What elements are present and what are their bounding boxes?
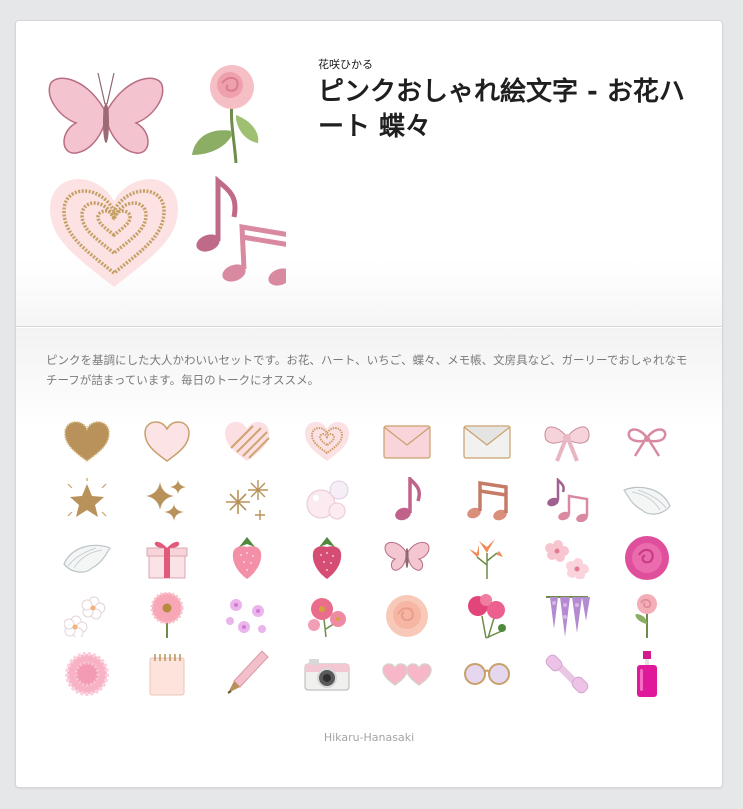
notepad-icon	[149, 654, 185, 696]
emoji-pink-rose[interactable]	[607, 529, 687, 587]
butterfly-icon	[384, 542, 430, 571]
gold-glitter-heart-icon	[63, 420, 111, 463]
emoji-gift-box[interactable]	[127, 529, 207, 587]
emoji-sparkles[interactable]	[127, 471, 207, 529]
gold-star-icon	[67, 478, 107, 517]
emoji-gold-star[interactable]	[47, 471, 127, 529]
emoji-beamed-notes[interactable]	[447, 471, 527, 529]
emoji-butterfly[interactable]	[367, 529, 447, 587]
carnation-icon	[65, 652, 109, 696]
heart-sunglasses-icon	[382, 663, 432, 686]
rose-icon	[192, 65, 259, 164]
emoji-white-wing[interactable]	[607, 471, 687, 529]
emoji-double-heart[interactable]	[287, 413, 367, 471]
beamed-notes-icon	[467, 480, 508, 521]
music-notes-icon	[196, 175, 286, 286]
dumbbell-icon	[545, 654, 589, 694]
emoji-red-strawberry[interactable]	[287, 529, 367, 587]
white-blossom-icon	[64, 596, 106, 637]
product-title: ピンクおしゃれ絵文字 - お花ハート 蝶々	[318, 77, 685, 142]
emoji-sakura-flowers[interactable]	[207, 587, 287, 645]
emoji-music-note[interactable]	[367, 471, 447, 529]
emoji-pink-strawberry[interactable]	[207, 529, 287, 587]
glitter-heart-icon	[50, 179, 178, 287]
emoji-bubbles[interactable]	[287, 471, 367, 529]
gift-box-icon	[146, 541, 188, 579]
sakura-flowers-icon	[226, 599, 266, 633]
emoji-heart-sunglasses[interactable]	[367, 645, 447, 703]
music-notes-icon	[547, 478, 589, 522]
product-body: ピンクを基調にした大人かわいいセットです。お花、ハート、いちご、蝶々、メモ帳、文…	[16, 328, 722, 787]
round-glasses-icon	[464, 663, 510, 685]
gerbera-icon	[150, 592, 184, 638]
emoji-striped-heart[interactable]	[207, 413, 287, 471]
emoji-pink-bottle[interactable]	[607, 645, 687, 703]
emoji-wisteria[interactable]	[527, 587, 607, 645]
pink-heart-icon	[144, 421, 190, 462]
emoji-camera[interactable]	[287, 645, 367, 703]
emoji-ribbon-bow[interactable]	[607, 413, 687, 471]
author-name[interactable]: 花咲ひかる	[318, 56, 373, 72]
pink-bow-icon	[544, 426, 590, 462]
pink-rose-icon	[625, 536, 669, 580]
peach-rose-icon	[386, 595, 428, 637]
product-description: ピンクを基調にした大人かわいいセットです。お花、ハート、いちご、蝶々、メモ帳、文…	[46, 353, 688, 387]
music-note-icon	[395, 477, 422, 521]
lily-flower-icon	[469, 539, 505, 579]
emoji-notepad[interactable]	[127, 645, 207, 703]
twinkle-stars-icon	[226, 480, 268, 520]
white-wing-left-icon	[63, 544, 111, 573]
emoji-pink-envelope[interactable]	[367, 413, 447, 471]
pink-bottle-icon	[637, 651, 657, 697]
butterfly-icon	[48, 72, 164, 154]
emoji-pink-heart[interactable]	[127, 413, 207, 471]
emoji-cherry-blossom[interactable]	[527, 529, 607, 587]
pen-icon	[227, 651, 269, 694]
emoji-white-wing-left[interactable]	[47, 529, 127, 587]
rose-stem-icon	[635, 594, 657, 638]
emoji-music-notes[interactable]	[527, 471, 607, 529]
white-envelope-icon	[463, 425, 511, 459]
emoji-rose-stem[interactable]	[607, 587, 687, 645]
camera-icon	[304, 659, 350, 691]
double-heart-icon	[305, 422, 349, 461]
emoji-carnation[interactable]	[47, 645, 127, 703]
emoji-white-envelope[interactable]	[447, 413, 527, 471]
main-art	[46, 51, 286, 291]
sparkles-icon	[146, 480, 186, 521]
emoji-round-glasses[interactable]	[447, 645, 527, 703]
product-header: 花咲ひかる ピンクおしゃれ絵文字 - お花ハート 蝶々	[16, 21, 722, 327]
emoji-pink-bow[interactable]	[527, 413, 607, 471]
emoji-gold-glitter-heart[interactable]	[47, 413, 127, 471]
wisteria-icon	[546, 596, 590, 637]
pink-envelope-icon	[383, 425, 431, 459]
ribbon-bow-icon	[627, 428, 667, 457]
emoji-twinkle-stars[interactable]	[207, 471, 287, 529]
pink-bouquet-icon	[468, 594, 506, 639]
striped-heart-icon	[225, 422, 270, 461]
emoji-lily-flower[interactable]	[447, 529, 527, 587]
emoji-gerbera[interactable]	[127, 587, 207, 645]
emoji-grid	[47, 413, 687, 703]
emoji-white-blossom[interactable]	[47, 587, 127, 645]
red-strawberry-icon	[312, 537, 342, 579]
cosmos-flower-icon	[308, 598, 346, 638]
emoji-cosmos-flower[interactable]	[287, 587, 367, 645]
emoji-pen[interactable]	[207, 645, 287, 703]
sticker-card: 花咲ひかる ピンクおしゃれ絵文字 - お花ハート 蝶々 ピンクを基調にした大人か…	[15, 20, 723, 788]
white-wing-icon	[623, 486, 671, 515]
emoji-peach-rose[interactable]	[367, 587, 447, 645]
pink-strawberry-icon	[232, 537, 262, 579]
emoji-pink-bouquet[interactable]	[447, 587, 527, 645]
bubbles-icon	[306, 480, 349, 520]
copyright-text: Hikaru-Hanasaki	[323, 731, 415, 744]
emoji-dumbbell[interactable]	[527, 645, 607, 703]
cherry-blossom-icon	[545, 540, 589, 579]
